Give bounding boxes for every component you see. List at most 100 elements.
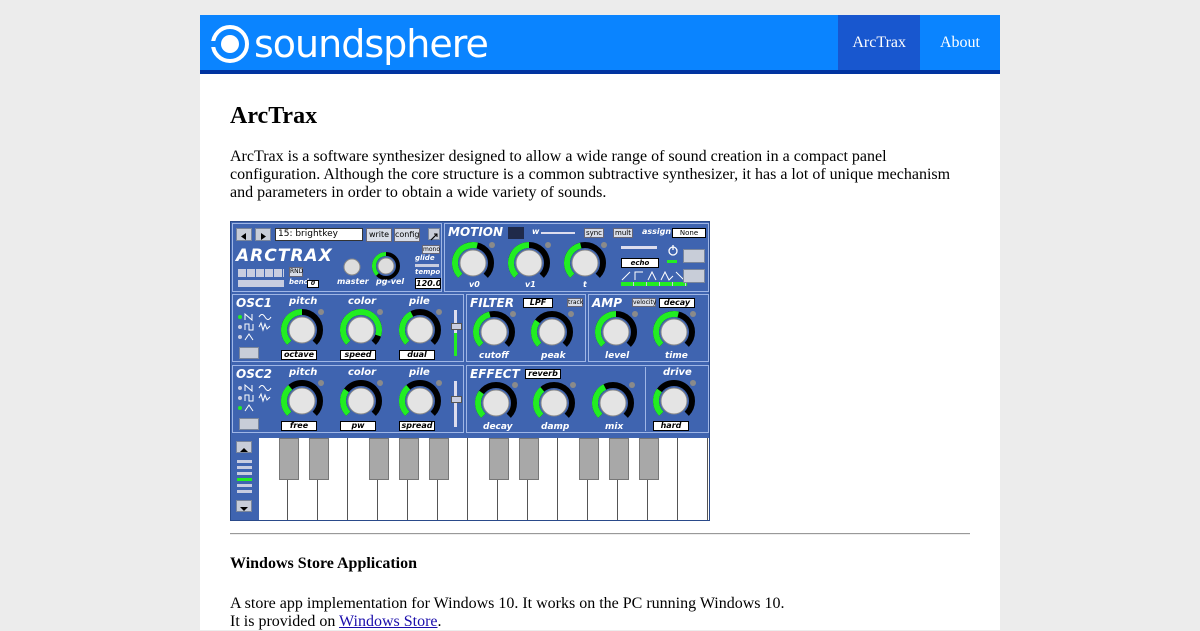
osc2-color-knob[interactable] [338,378,384,424]
osc2-pitch-knob[interactable] [279,378,325,424]
w-slider[interactable] [541,232,575,234]
glide-slider[interactable] [415,264,439,267]
config-button[interactable]: config [394,228,420,242]
octave-up-button[interactable] [236,441,252,453]
knob-cap [406,387,434,415]
knob-cap [288,387,316,415]
osc1-waveform-icons[interactable] [237,313,277,347]
black-key[interactable] [489,438,509,480]
mono-button[interactable]: mono [422,245,440,254]
osc1-panel: OSC1 pitch octave color speed pile dual [232,294,464,362]
damp-knob[interactable] [531,380,577,426]
level-knob[interactable] [593,309,639,355]
black-key[interactable] [309,438,329,480]
drive-mode[interactable]: hard [653,421,689,431]
velocity-button[interactable]: velocity [632,298,656,307]
drive-knob[interactable] [651,378,697,424]
write-button[interactable]: write [366,228,392,242]
power-icon[interactable] [667,244,679,256]
black-key[interactable] [639,438,659,480]
logo-icon [210,25,249,63]
bend-value[interactable]: 0 [307,280,319,288]
echo-button[interactable]: echo [621,258,659,268]
rnd-button[interactable]: RND [289,267,303,277]
osc2-pile-knob[interactable] [397,378,443,424]
next-preset-button[interactable] [255,228,271,241]
osc2-pile-mode[interactable]: spread [399,421,435,431]
osc1-level-fill [454,333,457,356]
osc1-pile-mode[interactable]: dual [399,350,435,360]
black-key[interactable] [579,438,599,480]
motion-button-2[interactable] [683,269,705,283]
osc1-button[interactable] [239,347,259,359]
pgvel-knob[interactable] [372,252,400,280]
bend-slider[interactable] [238,280,284,287]
osc1-slider-thumb[interactable] [451,323,462,330]
amp-decay-select[interactable]: decay [659,298,695,308]
page-title: ArcTrax [230,103,318,129]
windows-store-link[interactable]: Windows Store [339,613,437,630]
knob-fill [340,388,351,416]
osc1-color-knob[interactable] [338,307,384,353]
mult-button[interactable]: mult [613,228,633,238]
osc2-panel: OSC2 pitch free color pw pile spread [232,365,464,433]
effect-type-select[interactable]: reverb [525,369,561,379]
level-label: level [605,351,630,361]
knob-cap [571,249,599,277]
prev-preset-button[interactable] [236,228,252,241]
damp-label: damp [541,422,570,432]
resize-button[interactable] [428,228,440,241]
white-key[interactable] [679,438,708,520]
black-key[interactable] [519,438,539,480]
section-title: Windows Store Application [230,555,418,572]
osc2-slider-thumb[interactable] [451,396,462,403]
mix-knob[interactable] [590,380,636,426]
logo[interactable]: soundsphere [210,23,489,65]
black-key[interactable] [609,438,629,480]
master-knob[interactable] [341,256,363,278]
knob-fill [653,388,664,416]
triangle-down-icon [240,507,248,511]
amp-panel: AMP velocity decay level time [588,294,709,362]
nav-arctrax[interactable]: ArcTrax [838,15,920,70]
tempo-value[interactable]: 120.0 [415,278,441,289]
site-header: soundsphere ArcTrax About [200,15,1000,74]
osc2-pitch-mode[interactable]: free [281,421,317,431]
assign-select[interactable]: None [672,228,706,238]
osc1-pitch-knob[interactable] [279,307,325,353]
waveform-shape-icons[interactable] [621,270,687,282]
main-nav: ArcTrax About [838,15,1000,70]
filter-track-button[interactable]: track [567,298,583,307]
osc2-waveform-icons[interactable] [237,384,277,418]
decay-knob[interactable] [473,380,519,426]
knob-led [570,382,576,388]
knob-cap [459,249,487,277]
filter-type-select[interactable]: LPF [523,298,553,308]
osc1-color-label: color [348,296,377,307]
sync-button[interactable]: sync [584,228,604,238]
motion-button-1[interactable] [683,249,705,263]
tempo-label: tempo [415,268,441,276]
nav-about[interactable]: About [920,15,1000,70]
knob-cap [288,316,316,344]
black-key[interactable] [429,438,449,480]
osc2-button[interactable] [239,418,259,430]
osc2-title: OSC2 [236,367,272,381]
octave-down-button[interactable] [236,500,252,512]
cutoff-knob[interactable] [471,309,517,355]
piano-keyboard[interactable] [259,438,709,520]
motion-slider[interactable] [621,246,657,249]
pgvel-label: pg-vel [376,277,405,286]
black-key[interactable] [399,438,419,480]
osc1-pile-knob[interactable] [397,307,443,353]
osc1-pitch-mode[interactable]: octave [281,350,317,360]
time-knob[interactable] [651,309,697,355]
osc2-pitch-label: pitch [289,367,318,378]
black-key[interactable] [369,438,389,480]
peak-knob[interactable] [529,309,575,355]
preset-name-field[interactable]: 15: brightkey [275,228,363,241]
osc2-level-slider[interactable] [454,381,457,427]
osc1-color-mode[interactable]: speed [340,350,376,360]
black-key[interactable] [279,438,299,480]
osc2-color-mode[interactable]: pw [340,421,376,431]
